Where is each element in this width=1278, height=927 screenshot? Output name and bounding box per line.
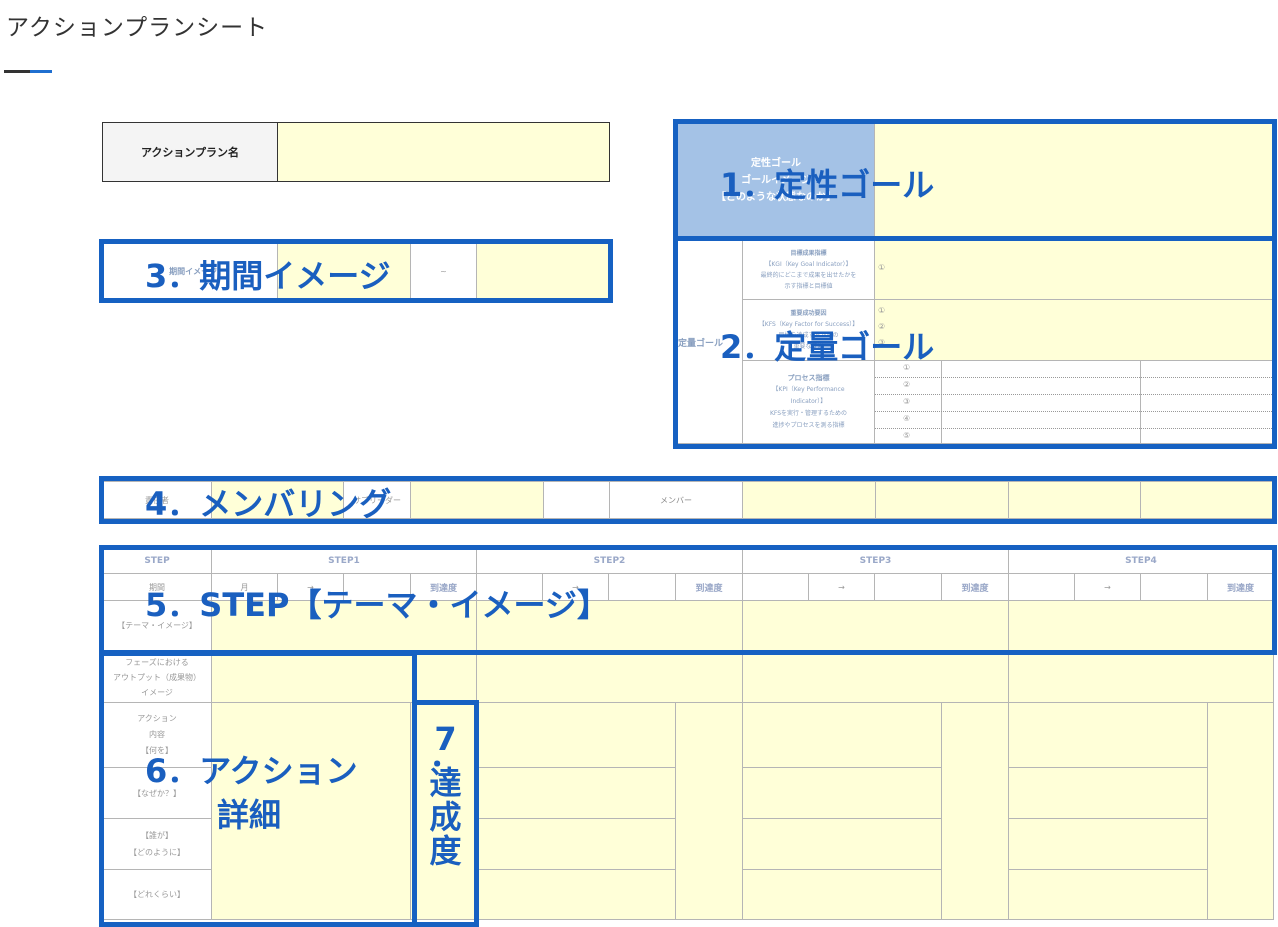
title-underline-dark (4, 70, 30, 73)
overlay-label-quantitative-goal: 2．定量ゴール (720, 328, 935, 366)
step3-action-how-much[interactable] (742, 869, 942, 920)
overlay-ach-char-4: 成 (429, 798, 462, 836)
step4-action-why[interactable] (1008, 767, 1208, 819)
overlay-label-action-detail-1: 6．アクション (145, 752, 358, 790)
step2-output-input[interactable] (476, 652, 743, 703)
overlay-label-membering: 4．メンバリング (145, 485, 392, 523)
step3-action-why[interactable] (742, 767, 942, 819)
step3-action-who[interactable] (742, 818, 942, 870)
overlay-label-action-detail-2: 詳細 (217, 796, 282, 834)
overlay-ach-char-5: 度 (429, 832, 462, 870)
page-title: アクションプランシート (6, 15, 269, 41)
step2-action-what[interactable] (476, 702, 676, 768)
step2-action-how-much[interactable] (476, 869, 676, 920)
title-underline-blue (30, 70, 52, 73)
overlay-ach-char-2: ． (429, 736, 462, 774)
step2-achievement-input[interactable] (675, 702, 743, 920)
overlay-ach-char-3: 達 (429, 764, 462, 802)
plan-name-label-text: アクションプラン名 (140, 146, 240, 159)
overlay-label-period: 3．期間イメージ (145, 257, 391, 295)
plan-name-label: アクションプラン名 (102, 122, 278, 182)
step3-achievement-input[interactable] (941, 702, 1009, 920)
step2-action-why[interactable] (476, 767, 676, 819)
step4-achievement-input[interactable] (1207, 702, 1274, 920)
overlay-label-step-theme: 5．STEP【テーマ・イメージ】 (145, 586, 609, 624)
step3-output-input[interactable] (742, 652, 1009, 703)
plan-name-input[interactable] (277, 122, 610, 182)
step4-action-what[interactable] (1008, 702, 1208, 768)
step2-action-who[interactable] (476, 818, 676, 870)
step4-action-who[interactable] (1008, 818, 1208, 870)
overlay-label-qualitative-goal: 1．定性ゴール (720, 166, 935, 204)
step4-output-input[interactable] (1008, 652, 1274, 703)
step3-action-what[interactable] (742, 702, 942, 768)
overlay-label-achievement: 7 ． 達 成 度 (412, 722, 479, 868)
step4-action-how-much[interactable] (1008, 869, 1208, 920)
